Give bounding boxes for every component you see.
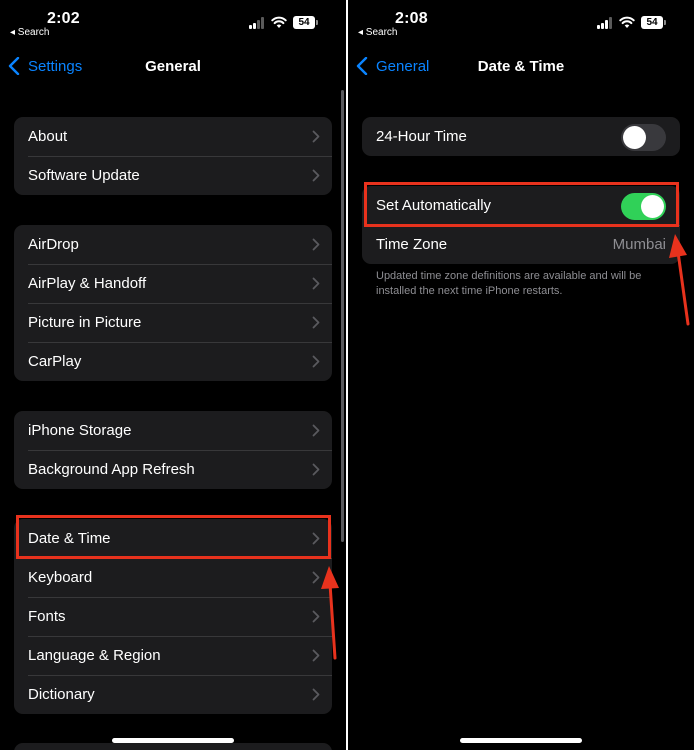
row-label: Background App Refresh (28, 461, 195, 478)
toggle-knob (623, 126, 646, 149)
wifi-icon (619, 16, 635, 28)
settings-row-time-zone[interactable]: Time Zone Mumbai (362, 225, 680, 264)
right-screen-date-time: 2:08 ◂ Search 54 General Date & Time 24-… (348, 0, 694, 750)
back-to-settings-button[interactable]: Settings (8, 57, 82, 75)
settings-row-airdrop[interactable]: AirDrop (14, 225, 332, 264)
chevron-right-icon (312, 355, 320, 368)
battery-icon: 54 (641, 16, 666, 29)
status-time: 2:02 (47, 10, 80, 27)
page-title: Date & Time (477, 58, 565, 75)
cellular-signal-icon (597, 17, 615, 29)
settings-group-next-partial (14, 743, 332, 750)
row-label: iPhone Storage (28, 422, 132, 439)
settings-row-keyboard[interactable]: Keyboard (14, 558, 332, 597)
settings-row-dictionary[interactable]: Dictionary (14, 675, 332, 714)
chevron-right-icon (312, 238, 320, 251)
chevron-left-icon (356, 57, 368, 75)
settings-group-storage: iPhone Storage Background App Refresh (14, 411, 332, 489)
settings-row-about[interactable]: About (14, 117, 332, 156)
chevron-right-icon (312, 130, 320, 143)
row-label: Time Zone (376, 236, 448, 253)
wifi-icon (271, 16, 287, 28)
back-button-label: General (376, 57, 430, 75)
settings-row-carplay[interactable]: CarPlay (14, 342, 332, 381)
row-label: Language & Region (28, 647, 161, 664)
annotation-arrow-icon (321, 566, 339, 660)
chevron-right-icon (312, 463, 320, 476)
settings-row-picture-in-picture[interactable]: Picture in Picture (14, 303, 332, 342)
settings-row-24-hour-time: 24-Hour Time (362, 117, 680, 156)
settings-row-iphone-storage[interactable]: iPhone Storage (14, 411, 332, 450)
row-label: Fonts (28, 608, 66, 625)
annotation-highlight-date-time (16, 515, 331, 559)
settings-row-language-region[interactable]: Language & Region (14, 636, 332, 675)
home-indicator[interactable] (112, 738, 234, 743)
row-label: AirDrop (28, 236, 79, 253)
status-time: 2:08 (395, 10, 428, 27)
settings-row-background-app-refresh[interactable]: Background App Refresh (14, 450, 332, 489)
row-label: Dictionary (28, 686, 95, 703)
home-indicator[interactable] (460, 738, 582, 743)
row-label: Picture in Picture (28, 314, 142, 331)
cellular-signal-icon (249, 17, 267, 29)
status-back-to-app[interactable]: ◂ Search (358, 27, 397, 38)
chevron-right-icon (312, 316, 320, 329)
row-label: Software Update (28, 167, 140, 184)
time-zone-value: Mumbai (612, 236, 666, 253)
settings-group-about: About Software Update (14, 117, 332, 195)
time-zone-footnote: Updated time zone definitions are availa… (376, 270, 642, 297)
left-screen-general: 2:02 ◂ Search 54 Settings General About … (0, 0, 346, 750)
row-label: AirPlay & Handoff (28, 275, 147, 292)
chevron-right-icon (312, 688, 320, 701)
row-label: About (28, 128, 68, 145)
settings-group-connectivity: AirDrop AirPlay & Handoff Picture in Pic… (14, 225, 332, 381)
back-to-general-button[interactable]: General (356, 57, 429, 75)
page-title: General (145, 58, 201, 75)
settings-group-24-hour: 24-Hour Time (362, 117, 680, 156)
row-label: CarPlay (28, 353, 82, 370)
battery-icon: 54 (293, 16, 318, 29)
annotation-highlight-set-automatically (364, 182, 679, 227)
settings-row-airplay-handoff[interactable]: AirPlay & Handoff (14, 264, 332, 303)
24-hour-time-toggle[interactable] (621, 124, 666, 151)
scrollbar[interactable] (341, 90, 344, 542)
chevron-right-icon (312, 277, 320, 290)
row-label: 24-Hour Time (376, 128, 467, 145)
row-label: Keyboard (28, 569, 93, 586)
chevron-right-icon (312, 169, 320, 182)
chevron-right-icon (312, 424, 320, 437)
back-button-label: Settings (28, 57, 83, 75)
annotation-arrow-icon (669, 234, 690, 326)
settings-row-software-update[interactable]: Software Update (14, 156, 332, 195)
status-back-to-app[interactable]: ◂ Search (10, 27, 49, 38)
chevron-left-icon (8, 57, 20, 75)
settings-row-fonts[interactable]: Fonts (14, 597, 332, 636)
